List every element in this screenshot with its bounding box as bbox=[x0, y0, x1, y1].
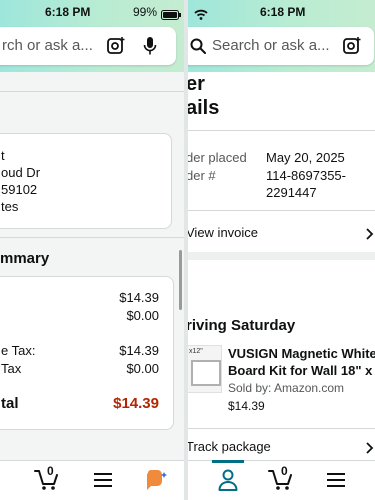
summary-value: $14.39 bbox=[119, 290, 159, 305]
address-line: 59102 bbox=[1, 182, 38, 197]
summary-label: e Tax: bbox=[1, 343, 36, 358]
header-bar: 6:18 PM Search or ask a... bbox=[186, 0, 375, 72]
right-screen: 6:18 PM Search or ask a... er ails der p… bbox=[186, 0, 375, 500]
account-icon[interactable] bbox=[218, 469, 238, 496]
status-time: 6:18 PM bbox=[260, 5, 306, 19]
wifi-icon bbox=[194, 7, 208, 25]
view-invoice-link[interactable]: View invoice bbox=[186, 225, 258, 240]
bottom-nav: 0 bbox=[186, 460, 375, 500]
pane-divider bbox=[184, 0, 188, 500]
divider-line bbox=[186, 428, 375, 429]
divider-line bbox=[0, 91, 186, 92]
search-input[interactable]: rch or ask a... bbox=[2, 37, 93, 54]
search-icon bbox=[190, 38, 206, 59]
status-time: 6:18 PM bbox=[45, 5, 91, 19]
summary-label: Tax bbox=[1, 361, 22, 376]
battery-icon bbox=[161, 7, 181, 25]
order-total-value: $14.39 bbox=[113, 395, 159, 412]
order-number-value: 2291447 bbox=[266, 185, 317, 200]
summary-value: $0.00 bbox=[126, 308, 159, 323]
order-summary-card: $14.39 $0.00 e Tax: $14.39 Tax $0.00 tal… bbox=[0, 276, 174, 430]
page-title: ails bbox=[186, 97, 220, 119]
microphone-icon[interactable] bbox=[143, 36, 157, 61]
section-gap bbox=[186, 252, 375, 260]
menu-icon[interactable] bbox=[327, 473, 345, 492]
delivery-status-title: riving Saturday bbox=[186, 317, 296, 334]
divider-line bbox=[0, 237, 186, 238]
order-placed-value: May 20, 2025 bbox=[266, 150, 345, 165]
page-title: er bbox=[186, 73, 205, 95]
camera-scan-icon[interactable] bbox=[342, 36, 362, 61]
chevron-right-icon[interactable] bbox=[366, 441, 374, 459]
search-input[interactable]: Search or ask a... bbox=[212, 37, 330, 54]
product-title[interactable]: VUSIGN Magnetic White bbox=[228, 346, 375, 361]
address-line: oud Dr bbox=[1, 165, 41, 180]
menu-icon[interactable] bbox=[94, 473, 112, 492]
shipping-address-card: t oud Dr 59102 tes bbox=[0, 133, 172, 229]
search-bar[interactable]: rch or ask a... bbox=[0, 27, 176, 65]
order-summary-title: mmary bbox=[0, 250, 50, 267]
track-package-link[interactable]: Track package bbox=[186, 439, 271, 454]
scrollbar[interactable] bbox=[179, 250, 182, 310]
order-total-label: tal bbox=[1, 395, 19, 412]
cart-count: 0 bbox=[281, 464, 288, 478]
address-line: t bbox=[1, 148, 5, 163]
order-number-value: 114-8697355- bbox=[266, 168, 346, 183]
summary-value: $0.00 bbox=[126, 361, 159, 376]
battery-percent: 99% bbox=[133, 5, 158, 19]
search-bar[interactable]: Search or ask a... bbox=[186, 27, 374, 65]
product-thumbnail[interactable]: x12" bbox=[186, 345, 222, 393]
thumbnail-label: x12" bbox=[189, 348, 203, 355]
address-line: tes bbox=[1, 199, 19, 214]
left-screen: 6:18 PM 99% rch or ask a... t oud Dr 591… bbox=[0, 0, 186, 500]
product-title[interactable]: Board Kit for Wall 18" x bbox=[228, 363, 372, 378]
rufus-assistant-icon[interactable] bbox=[145, 469, 169, 496]
summary-value: $14.39 bbox=[119, 343, 159, 358]
bottom-nav: 0 bbox=[0, 460, 186, 500]
active-tab-indicator bbox=[212, 460, 244, 463]
order-number-label: der # bbox=[186, 168, 216, 183]
order-placed-label: der placed bbox=[186, 150, 247, 165]
seller-label: Sold by: Amazon.com bbox=[228, 381, 345, 395]
divider-line bbox=[186, 210, 375, 211]
cart-count: 0 bbox=[47, 464, 54, 478]
camera-scan-icon[interactable] bbox=[106, 36, 126, 61]
product-price: $14.39 bbox=[228, 399, 265, 413]
chevron-right-icon[interactable] bbox=[366, 227, 374, 245]
header-bar: 6:18 PM 99% rch or ask a... bbox=[0, 0, 186, 72]
divider-line bbox=[186, 130, 375, 131]
